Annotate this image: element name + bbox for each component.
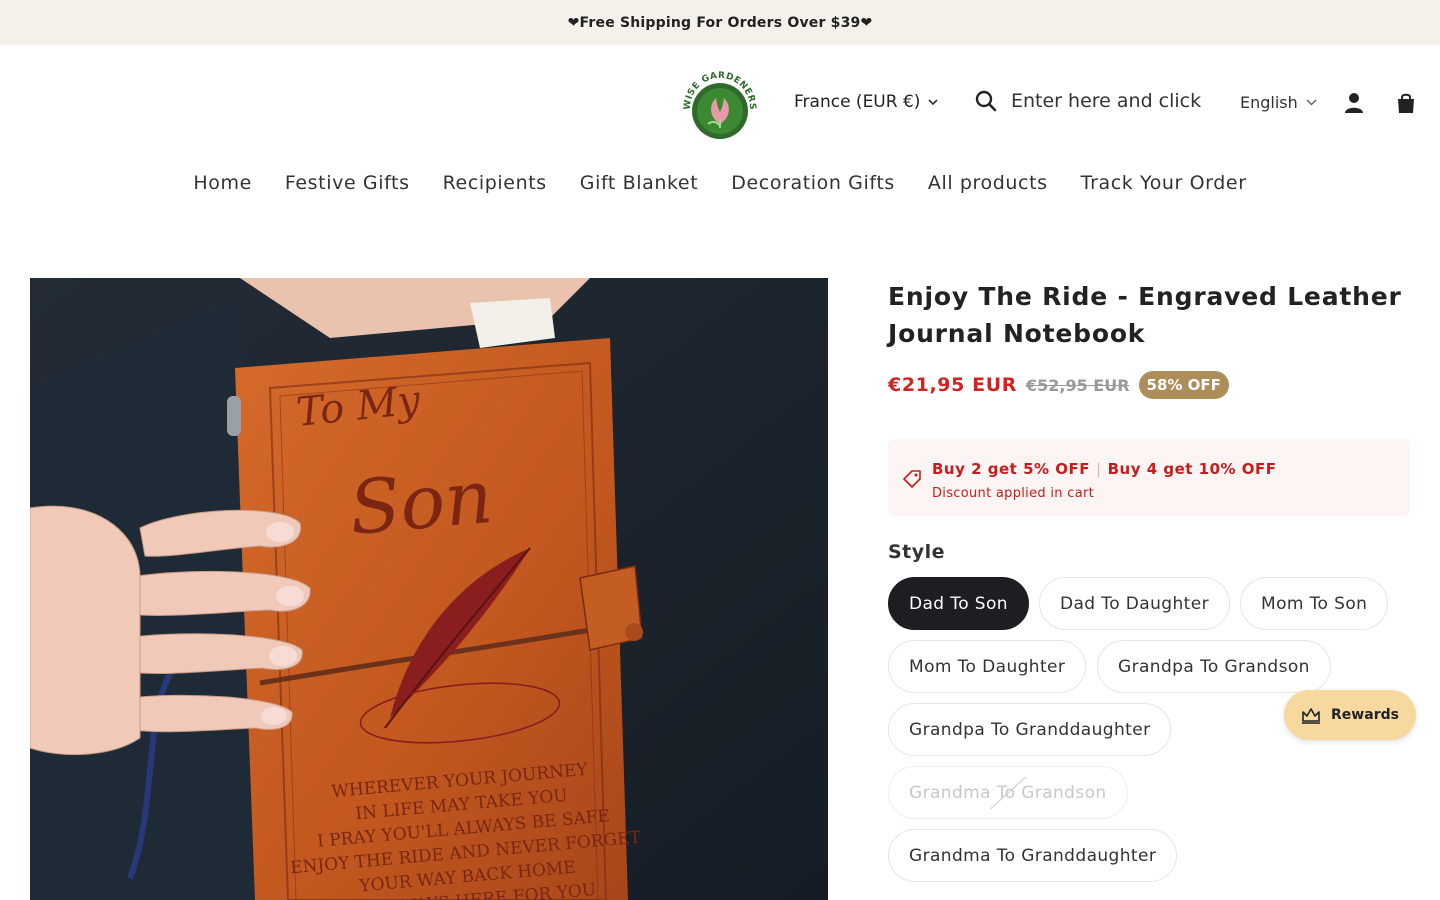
style-option-label: Grandma To Granddaughter (909, 845, 1157, 866)
logo-emblem-icon: WISE GARDENERS (683, 71, 757, 139)
offer-buy-2: Buy 2 get 5% OFF (932, 460, 1091, 478)
style-option-grandma-to-granddaughter[interactable]: Grandma To Granddaughter (888, 829, 1178, 882)
discount-offers: Buy 2 get 5% OFF | Buy 4 get 10% OFF (932, 460, 1277, 478)
discount-badge: 58% OFF (1138, 371, 1229, 399)
nav-item-track-order[interactable]: Track Your Order (1081, 172, 1247, 194)
product-image[interactable]: To My Son WHEREVER YOUR JOURNEY IN LIFE … (30, 278, 828, 900)
style-option-label: Grandpa To Grandson (1118, 656, 1310, 677)
chevron-down-icon (1306, 99, 1317, 106)
main-navigation: Home Festive Gifts Recipients Gift Blank… (0, 172, 1440, 194)
style-option-label: Mom To Daughter (909, 656, 1066, 677)
compare-at-price: €52,95 EUR (1025, 375, 1130, 395)
volume-discount-box: Buy 2 get 5% OFF | Buy 4 get 10% OFF Disco… (888, 439, 1410, 516)
discount-note: Discount applied in cart (932, 486, 1095, 501)
currency-label: France (EUR €) (794, 92, 921, 112)
style-option-label: Dad To Son (909, 593, 1008, 614)
image-son-text: Son (346, 454, 496, 552)
announcement-bar: ❤Free Shipping For Orders Over $39❤ (0, 0, 1440, 45)
rewards-label: Rewards (1331, 707, 1399, 723)
chevron-down-icon (928, 98, 938, 105)
announcement-text: ❤Free Shipping For Orders Over $39❤ (567, 14, 873, 31)
price-row: €21,95 EUR €52,95 EUR 58% OFF (888, 371, 1229, 399)
style-label: Style (888, 541, 946, 563)
language-selector[interactable]: English (1240, 93, 1317, 112)
nav-item-festive-gifts[interactable]: Festive Gifts (285, 172, 410, 194)
nav-item-gift-blanket[interactable]: Gift Blanket (580, 172, 699, 194)
product-photo: To My Son WHEREVER YOUR JOURNEY IN LIFE … (30, 278, 828, 900)
currency-selector[interactable]: France (EUR €) (794, 92, 938, 112)
cart-icon[interactable] (1396, 92, 1416, 114)
style-option-label: Grandpa To Granddaughter (909, 719, 1151, 740)
nav-item-home[interactable]: Home (193, 172, 252, 194)
style-option-dad-to-son[interactable]: Dad To Son (888, 577, 1029, 630)
header-search (975, 90, 1221, 112)
search-input[interactable] (1011, 90, 1221, 112)
style-option-label: Dad To Daughter (1060, 593, 1209, 614)
language-label: English (1240, 93, 1298, 112)
style-option-grandpa-to-grandson[interactable]: Grandpa To Grandson (1097, 640, 1331, 693)
nav-item-decoration-gifts[interactable]: Decoration Gifts (731, 172, 895, 194)
price-tag-icon (903, 470, 921, 488)
style-option-dad-to-daughter[interactable]: Dad To Daughter (1039, 577, 1230, 630)
account-icon[interactable] (1344, 92, 1364, 114)
rewards-button[interactable]: Rewards (1284, 690, 1416, 740)
style-option-grandpa-to-granddaughter[interactable]: Grandpa To Granddaughter (888, 703, 1172, 756)
style-option-label: Mom To Son (1261, 593, 1368, 614)
nav-item-all-products[interactable]: All products (928, 172, 1048, 194)
brand-logo[interactable]: WISE GARDENERS (680, 68, 760, 144)
sale-price: €21,95 EUR (888, 374, 1017, 396)
nav-item-recipients[interactable]: Recipients (443, 172, 547, 194)
offer-divider: | (1096, 460, 1102, 478)
product-title: Enjoy The Ride - Engraved Leather Journa… (888, 282, 1402, 348)
offer-buy-4: Buy 4 get 10% OFF (1107, 460, 1277, 478)
crown-icon (1302, 708, 1321, 724)
search-icon[interactable] (975, 90, 997, 112)
style-option-mom-to-daughter[interactable]: Mom To Daughter (888, 640, 1087, 693)
style-option-mom-to-son[interactable]: Mom To Son (1240, 577, 1389, 630)
style-option-grandma-to-grandson[interactable]: Grandma To Grandson (888, 766, 1128, 819)
